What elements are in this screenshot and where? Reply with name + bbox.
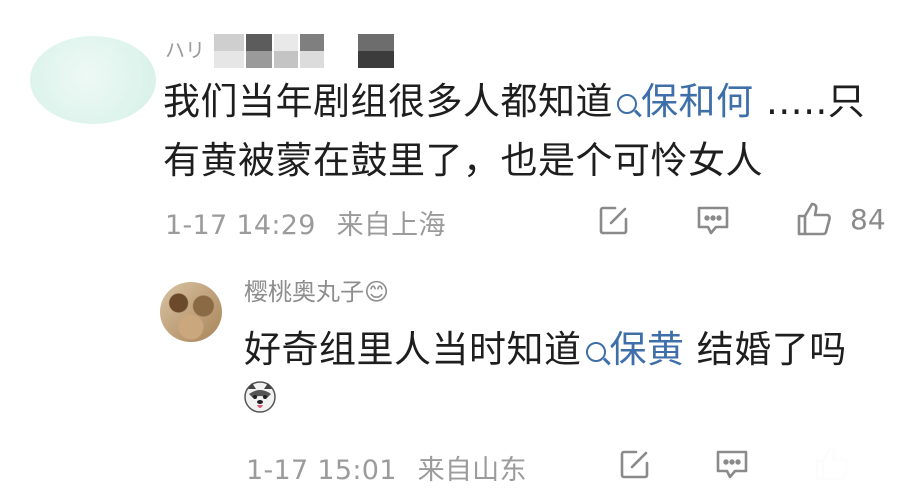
husky-emoji-icon xyxy=(243,380,277,414)
reply-username[interactable]: 樱桃奥丸子😊 xyxy=(244,280,389,308)
comment-icon[interactable] xyxy=(695,202,731,238)
comment-meta: 1-17 14:29 来自上海 xyxy=(165,203,446,242)
reply-meta: 1-17 15:01 来自山东 xyxy=(246,448,527,487)
timestamp: 1-17 14:29 xyxy=(165,210,316,241)
watermark-fade xyxy=(760,440,916,492)
share-edit-icon[interactable] xyxy=(596,202,632,238)
reply-avatar[interactable] xyxy=(160,282,222,342)
reply-text: 好奇组里人当时知道 保黄 结婚了吗 xyxy=(244,328,847,371)
timestamp: 1-17 15:01 xyxy=(246,455,397,486)
comment-thread: ハリ 我们当年剧组很多人都知道 保和何 …..只有黄被蒙在鼓里了，也是个可怜女人 … xyxy=(0,0,916,492)
like-count: 84 xyxy=(850,203,886,236)
comment-text: 我们当年剧组很多人都知道 保和何 …..只有黄被蒙在鼓里了，也是个可怜女人 xyxy=(163,80,866,182)
share-edit-icon[interactable] xyxy=(617,446,653,482)
search-mention-icon xyxy=(617,94,637,114)
comment-icon[interactable] xyxy=(714,446,750,482)
location: 来自上海 xyxy=(336,210,446,241)
username[interactable]: ハリ xyxy=(165,34,205,66)
mention-link[interactable]: 保和何 xyxy=(613,80,754,123)
avatar[interactable] xyxy=(30,36,156,124)
search-mention-icon xyxy=(585,342,606,362)
like-icon[interactable] xyxy=(794,199,834,239)
location: 来自山东 xyxy=(417,455,527,486)
mention-link[interactable]: 保黄 xyxy=(582,328,685,371)
